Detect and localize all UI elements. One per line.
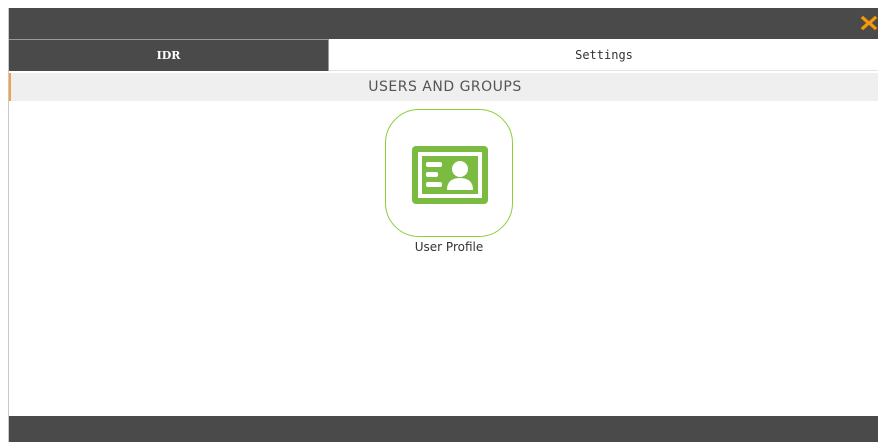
window-footer <box>9 416 878 442</box>
section-header: USERS AND GROUPS <box>9 73 878 101</box>
close-x-icon <box>860 15 878 31</box>
id-card-icon <box>412 146 488 204</box>
close-button[interactable] <box>859 13 878 33</box>
tab-settings[interactable]: Settings <box>329 39 878 71</box>
modal-window: IDR Settings USERS AND GROUPS User Profi… <box>8 8 878 442</box>
user-profile-label[interactable]: User Profile <box>349 240 549 254</box>
window-titlebar <box>9 8 878 39</box>
tab-bar: IDR Settings <box>9 39 878 71</box>
user-profile-tile[interactable] <box>385 109 513 237</box>
tab-idr[interactable]: IDR <box>9 39 329 71</box>
